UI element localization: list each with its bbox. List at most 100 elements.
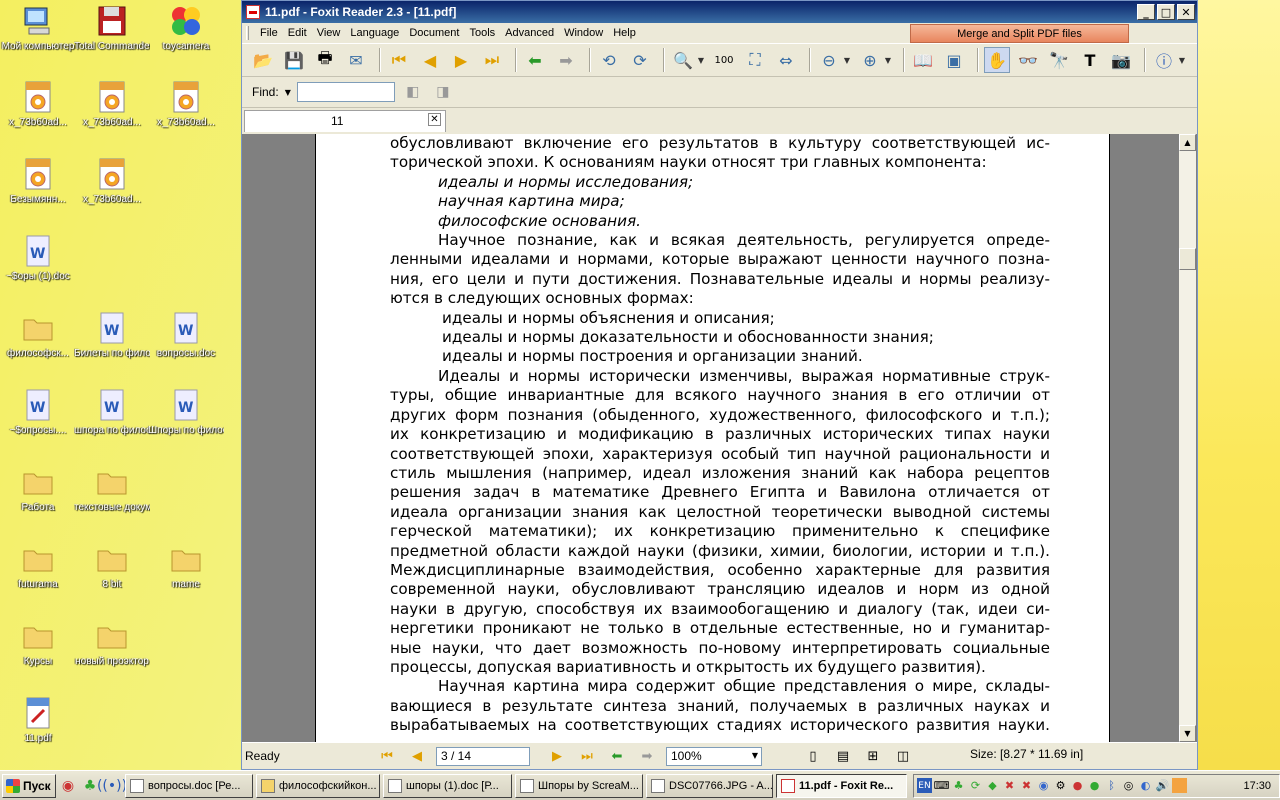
menu-advanced[interactable]: Advanced [500, 27, 559, 39]
next-page-icon[interactable]: ▶ [448, 47, 474, 73]
tray-app-icon[interactable]: ● [1087, 778, 1102, 793]
rotate-right-icon[interactable]: ⟳ [627, 47, 653, 73]
scroll-thumb[interactable] [1179, 248, 1196, 270]
fit-width-icon[interactable]: ⇔ [773, 47, 799, 73]
merge-split-button[interactable]: Merge and Split PDF files [910, 24, 1129, 43]
tray-app-icon[interactable]: ⚙ [1053, 778, 1068, 793]
chrome-icon[interactable]: ◉ [58, 776, 78, 796]
back-icon[interactable]: ⬅ [522, 47, 548, 73]
tray-app-icon[interactable]: ✖ [1002, 778, 1017, 793]
first-page-icon[interactable]: ⏮ [376, 746, 398, 766]
taskbar-task-4[interactable]: Шпоры by ScreaM... [515, 773, 643, 798]
desktop-icon-jpg[interactable]: x_73b60ad... [148, 80, 224, 129]
scroll-up-button[interactable]: ▲ [1179, 134, 1196, 151]
chevron-down-icon[interactable]: ▼ [841, 47, 853, 73]
desktop-icon-jpg[interactable]: x_73b60ad... [0, 80, 76, 129]
tray-app-icon[interactable] [1172, 778, 1187, 793]
close-button[interactable]: ✕ [1177, 4, 1195, 20]
language-indicator[interactable]: EN [917, 778, 932, 793]
taskbar-task-3[interactable]: шпоры (1).doc [Р... [383, 773, 512, 798]
desktop-icon-folder[interactable]: Работа [0, 465, 76, 514]
chevron-down-icon[interactable]: ▼ [695, 47, 707, 73]
back-icon[interactable]: ⬅ [606, 746, 628, 766]
desktop-icon-jpg[interactable]: Безымянн... [0, 157, 76, 206]
find-input[interactable] [296, 82, 395, 102]
print-icon[interactable]: 🖶 [312, 47, 338, 73]
forward-icon[interactable]: ➡ [636, 746, 658, 766]
info-icon[interactable]: ⓘ [1151, 47, 1177, 73]
maximize-button[interactable]: □ [1157, 4, 1175, 20]
first-page-icon[interactable]: ⏮ [386, 47, 412, 73]
find-next-icon[interactable]: ◨ [431, 80, 455, 104]
desktop-icon-folder[interactable]: Курсы [0, 619, 76, 668]
continuous-facing-icon[interactable]: ◫ [892, 746, 914, 766]
open-folder-icon[interactable]: 📂 [250, 47, 276, 73]
taskbar-task-6[interactable]: 11.pdf - Foxit Re... [776, 773, 907, 798]
vertical-scrollbar[interactable]: ▲ ▼ [1179, 134, 1196, 742]
fit-page-icon[interactable]: ⛶ [742, 47, 768, 73]
single-page-icon[interactable]: ▯ [802, 746, 824, 766]
actual-size-icon[interactable]: 100 [711, 47, 737, 73]
wireless-icon[interactable]: ((•)) [97, 776, 127, 796]
tray-app-icon[interactable]: ◆ [985, 778, 1000, 793]
title-bar[interactable]: 11.pdf - Foxit Reader 2.3 - [11.pdf] _ □… [242, 1, 1197, 23]
taskbar-task-2[interactable]: философскийкон... [256, 773, 380, 798]
start-button[interactable]: Пуск [2, 773, 56, 798]
chevron-down-icon[interactable]: ▼ [285, 88, 291, 97]
chevron-down-icon[interactable]: ▼ [752, 751, 758, 760]
last-page-icon[interactable]: ⏭ [576, 746, 598, 766]
thumbnail-icon[interactable]: ▣ [941, 47, 967, 73]
tray-app-icon[interactable]: ◐ [1138, 778, 1153, 793]
prev-page-icon[interactable]: ◀ [406, 746, 428, 766]
desktop-icon-jpg[interactable]: x_73b60ad... [74, 80, 150, 129]
chevron-down-icon[interactable]: ▼ [1176, 47, 1188, 73]
desktop-icon-word-doc[interactable]: W ~$оры (1).doc [0, 234, 76, 283]
desktop-icon-word-doc[interactable]: W шпора по философи... [74, 388, 150, 437]
tray-app-icon[interactable]: ✖ [1019, 778, 1034, 793]
desktop-icon-folder[interactable]: futurama [0, 542, 76, 591]
menu-edit[interactable]: Edit [283, 27, 312, 39]
snapshot-icon[interactable]: 📷 [1108, 47, 1134, 73]
glasses-icon[interactable]: 👓 [1015, 47, 1041, 73]
minimize-button[interactable]: _ [1137, 4, 1155, 20]
email-icon[interactable]: ✉ [343, 47, 369, 73]
taskbar-task-5[interactable]: DSC07766.JPG - A... [646, 773, 773, 798]
bookmark-panel-icon[interactable]: 📖 [910, 47, 936, 73]
desktop-icon-word-doc[interactable]: W Шпоры по философи... [148, 388, 224, 437]
next-page-icon[interactable]: ▶ [546, 746, 568, 766]
menu-tools[interactable]: Tools [464, 27, 500, 39]
volume-icon[interactable]: 🔊 [1155, 778, 1170, 793]
desktop-icon-folder[interactable]: философск... [0, 311, 76, 360]
desktop-icon-word-doc[interactable]: W вопросы.doc [148, 311, 224, 360]
desktop-icon-total-commander[interactable]: Total Commander [74, 4, 150, 53]
desktop-icon-folder[interactable]: 8 bit [74, 542, 150, 591]
document-viewer[interactable]: обусловливают включение его результатов … [242, 134, 1197, 742]
chevron-down-icon[interactable]: ▼ [882, 47, 894, 73]
rotate-left-icon[interactable]: ⟲ [596, 47, 622, 73]
zoom-out-icon[interactable]: ⊖ [816, 47, 842, 73]
continuous-page-icon[interactable]: ▤ [832, 746, 854, 766]
sync-icon[interactable]: ⟳ [968, 778, 983, 793]
desktop-icon-folder[interactable]: mame [148, 542, 224, 591]
menu-help[interactable]: Help [608, 27, 641, 39]
find-previous-icon[interactable]: ◧ [401, 80, 425, 104]
pdf-page[interactable]: обусловливают включение его результатов … [315, 134, 1110, 742]
bluetooth-icon[interactable]: ᛒ [1104, 778, 1119, 793]
desktop-icon-folder[interactable]: текстовые документы [74, 465, 150, 514]
desktop-icon-word-doc[interactable]: W ~$опросы.... [0, 388, 76, 437]
desktop-icon-word-doc[interactable]: W Билеты по философи... [74, 311, 150, 360]
desktop-icon-my-computer[interactable]: Мой компьютер [0, 4, 76, 53]
tray-app-icon[interactable]: ◉ [1036, 778, 1051, 793]
close-tab-icon[interactable]: ✕ [428, 113, 441, 126]
tray-app-icon[interactable]: ◎ [1121, 778, 1136, 793]
binoculars-icon[interactable]: 🔭 [1046, 47, 1072, 73]
last-page-icon[interactable]: ⏭ [479, 47, 505, 73]
keyboard-icon[interactable]: ⌨ [934, 778, 950, 793]
prev-page-icon[interactable]: ◀ [417, 47, 443, 73]
facing-page-icon[interactable]: ⊞ [862, 746, 884, 766]
zoom-tool-icon[interactable]: 🔍 [670, 47, 696, 73]
menu-view[interactable]: View [312, 27, 346, 39]
save-icon[interactable]: 💾 [281, 47, 307, 73]
taskbar-task-1[interactable]: вопросы.doc [Ре... [125, 773, 253, 798]
antivirus-icon[interactable]: ● [1070, 778, 1085, 793]
